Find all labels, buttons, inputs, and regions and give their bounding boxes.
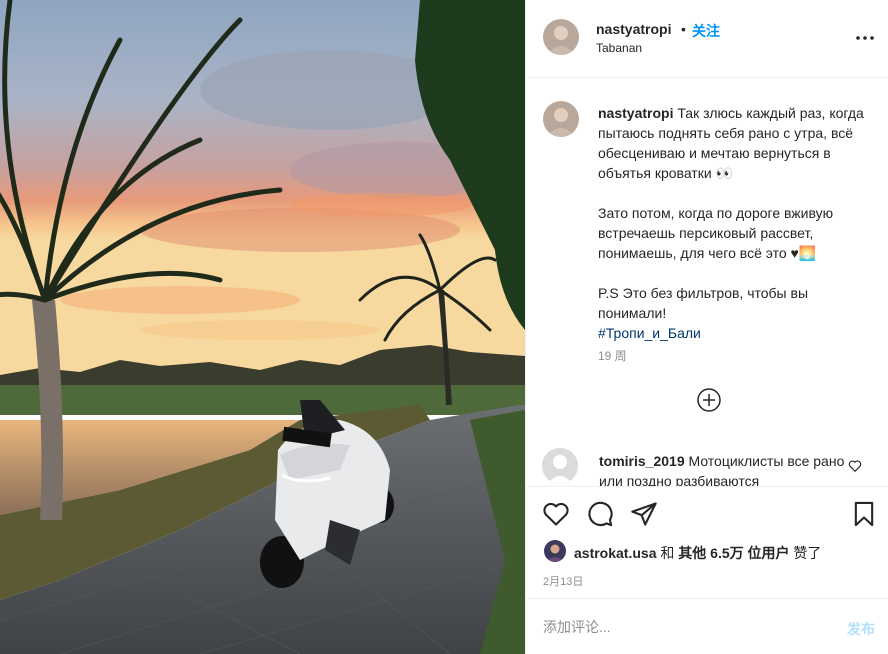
location-link[interactable]: Tabanan bbox=[596, 41, 642, 55]
comment-input[interactable] bbox=[543, 617, 823, 637]
post-actions: astrokat.usa 和 其他 6.5万 位用户 赞了 2月13日 bbox=[526, 486, 888, 598]
caption: nastyatropi Так злюсь каждый раз, когда … bbox=[598, 103, 868, 343]
author-username[interactable]: nastyatropi bbox=[596, 21, 671, 37]
liker-avatar[interactable] bbox=[544, 540, 566, 562]
likes-and: 和 bbox=[660, 545, 675, 561]
comment-item: tomiris_2019 Мотоциклисты все рано или п… bbox=[599, 451, 849, 486]
caption-avatar[interactable] bbox=[543, 101, 579, 137]
likes-others-link[interactable]: 其他 6.5万 位用户 bbox=[678, 545, 789, 561]
load-more-comments-icon[interactable] bbox=[697, 388, 721, 412]
heart-icon[interactable] bbox=[542, 500, 570, 528]
sunset-scooter-image bbox=[0, 0, 525, 654]
post-photo[interactable] bbox=[0, 0, 525, 654]
author-avatar[interactable] bbox=[543, 19, 579, 55]
caption-username[interactable]: nastyatropi bbox=[598, 105, 673, 121]
post-time-ago[interactable]: 19 周 bbox=[598, 347, 627, 364]
commenter-avatar[interactable] bbox=[542, 448, 578, 484]
likes-suffix: 赞了 bbox=[793, 545, 822, 561]
comments-area: nastyatropi Так злюсь каждый раз, когда … bbox=[526, 79, 888, 486]
comment-username[interactable]: tomiris_2019 bbox=[599, 453, 685, 469]
hashtag-link[interactable]: #Тропи_и_Бали bbox=[598, 323, 868, 343]
bookmark-icon[interactable] bbox=[850, 500, 878, 528]
likes-summary: astrokat.usa 和 其他 6.5万 位用户 赞了 bbox=[574, 543, 821, 563]
more-options-icon[interactable] bbox=[855, 30, 875, 46]
comment-icon[interactable] bbox=[586, 500, 614, 528]
comment-like-heart-icon[interactable] bbox=[848, 459, 862, 473]
separator-dot: • bbox=[681, 21, 686, 37]
caption-text: Так злюсь каждый раз, когда пытаюсь подн… bbox=[598, 105, 864, 321]
paper-plane-icon[interactable] bbox=[630, 500, 658, 528]
post-date[interactable]: 2月13日 bbox=[543, 573, 583, 589]
post-comment-button[interactable]: 发布 bbox=[847, 619, 875, 639]
post-header: nastyatropi • 关注 Tabanan bbox=[526, 0, 888, 78]
follow-button[interactable]: 关注 bbox=[692, 21, 720, 41]
liker-username[interactable]: astrokat.usa bbox=[574, 545, 656, 561]
post-side-panel: nastyatropi • 关注 Tabanan nastyatropi Так… bbox=[525, 0, 888, 654]
add-comment-bar: 发布 bbox=[526, 598, 888, 654]
